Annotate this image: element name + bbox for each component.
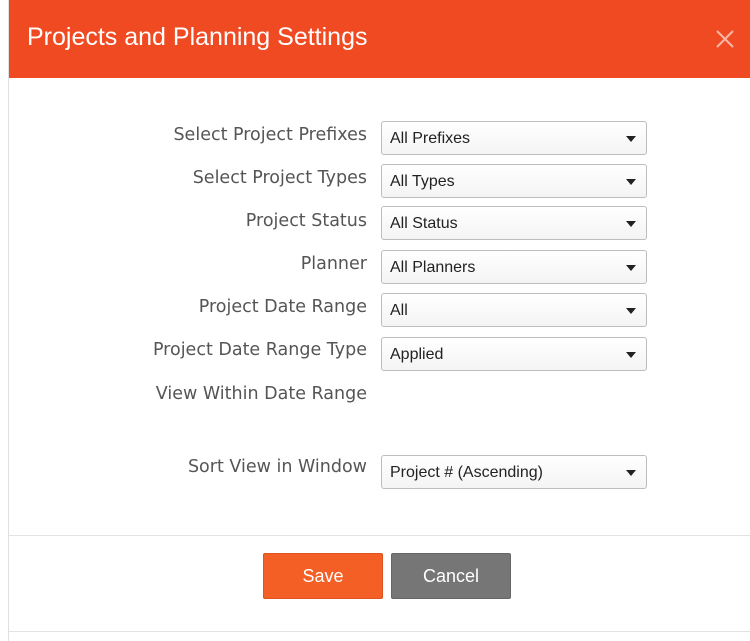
date-range-value: All <box>390 302 408 319</box>
chevron-down-icon <box>626 265 636 271</box>
date-range-label: Project Date Range <box>198 297 367 317</box>
view-within-date-range-label: View Within Date Range <box>155 384 367 404</box>
sort-view-select[interactable]: Project # (Ascending) <box>381 455 647 489</box>
sort-view-value: Project # (Ascending) <box>390 464 543 481</box>
close-icon[interactable] <box>712 26 738 52</box>
dialog-header: Projects and Planning Settings <box>9 0 750 78</box>
date-range-type-value: Applied <box>390 346 444 363</box>
project-prefixes-label: Select Project Prefixes <box>173 125 367 145</box>
chevron-down-icon <box>626 352 636 358</box>
chevron-down-icon <box>626 470 636 476</box>
project-status-value: All Status <box>390 215 458 232</box>
project-prefixes-select[interactable]: All Prefixes <box>381 121 647 155</box>
date-range-select[interactable]: All <box>381 293 647 327</box>
project-types-value: All Types <box>390 173 455 190</box>
dialog-title: Projects and Planning Settings <box>27 23 368 51</box>
sort-view-label: Sort View in Window <box>187 457 367 477</box>
planner-label: Planner <box>300 254 367 274</box>
date-range-type-label: Project Date Range Type <box>152 340 367 360</box>
chevron-down-icon <box>626 179 636 185</box>
project-status-select[interactable]: All Status <box>381 206 647 240</box>
planner-value: All Planners <box>390 259 476 276</box>
project-types-label: Select Project Types <box>192 168 367 188</box>
bottom-divider <box>9 631 750 632</box>
footer-divider <box>9 535 750 536</box>
project-prefixes-value: All Prefixes <box>390 130 471 147</box>
settings-dialog: Projects and Planning Settings Select Pr… <box>8 0 750 641</box>
project-types-select[interactable]: All Types <box>381 164 647 198</box>
date-range-type-select[interactable]: Applied <box>381 337 647 371</box>
chevron-down-icon <box>626 221 636 227</box>
cancel-button[interactable]: Cancel <box>391 553 511 599</box>
save-button[interactable]: Save <box>263 553 383 599</box>
project-status-label: Project Status <box>245 211 367 231</box>
chevron-down-icon <box>626 136 636 142</box>
planner-select[interactable]: All Planners <box>381 250 647 284</box>
chevron-down-icon <box>626 308 636 314</box>
